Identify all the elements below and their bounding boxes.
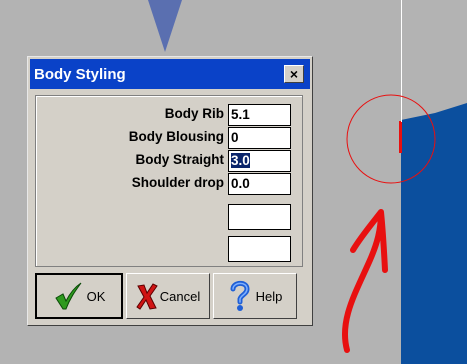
close-icon: × <box>289 66 299 82</box>
field-row-shoulder-drop: Shoulder drop 0.0 <box>36 173 302 195</box>
question-mark-icon <box>230 280 250 311</box>
field-row-body-rib: Body Rib 5.1 <box>36 104 302 126</box>
dialog-title: Body Styling <box>34 65 126 83</box>
field-label: Body Straight <box>135 152 224 167</box>
x-icon <box>136 283 158 310</box>
ok-button[interactable]: OK <box>35 273 123 319</box>
help-button[interactable]: Help <box>213 273 297 319</box>
empty-input-1[interactable] <box>228 204 291 230</box>
field-label: Shoulder drop <box>131 175 224 190</box>
empty-input-2[interactable] <box>228 236 291 262</box>
body-styling-dialog: Body Styling × Body Rib 5.1 Body Blousin… <box>27 56 313 326</box>
triangle-marker <box>148 0 182 52</box>
cancel-label: Cancel <box>159 288 201 304</box>
shoulder-drop-input[interactable]: 0.0 <box>228 173 291 195</box>
close-button[interactable]: × <box>284 65 304 83</box>
selected-text: 3.0 <box>231 153 250 168</box>
title-bar[interactable]: Body Styling × <box>30 59 310 89</box>
field-row-empty-1 <box>36 204 302 230</box>
field-label: Body Blousing <box>128 129 224 144</box>
field-row-empty-2 <box>36 236 302 262</box>
checkmark-icon <box>54 282 82 310</box>
body-blousing-input[interactable]: 0 <box>228 127 291 149</box>
field-row-body-blousing: Body Blousing 0 <box>36 127 302 149</box>
help-label: Help <box>255 288 283 304</box>
annotation-arrow <box>341 209 388 353</box>
cancel-button[interactable]: Cancel <box>126 273 210 319</box>
body-straight-input[interactable]: 3.0 <box>228 150 291 172</box>
body-rib-input[interactable]: 5.1 <box>228 104 291 126</box>
field-row-body-straight: Body Straight 3.0 <box>36 150 302 172</box>
fields-panel: Body Rib 5.1 Body Blousing 0 Body Straig… <box>35 95 303 267</box>
pattern-piece <box>401 103 467 364</box>
ok-label: OK <box>86 288 106 304</box>
field-label: Body Rib <box>164 106 224 121</box>
notch-mark <box>399 121 402 153</box>
